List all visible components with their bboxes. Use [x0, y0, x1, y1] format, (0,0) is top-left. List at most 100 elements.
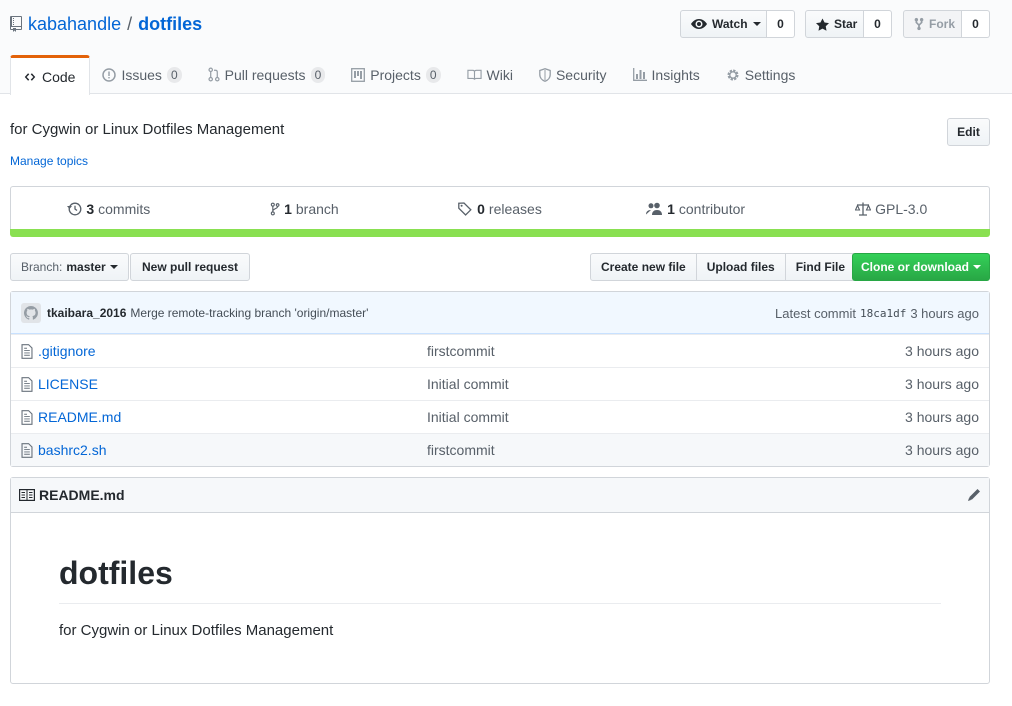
gear-icon: [726, 68, 740, 82]
repo-icon: [10, 16, 22, 32]
table-row: .gitignore firstcommit 3 hours ago: [11, 334, 989, 367]
repo-summary: 3 commits 1 branch 0 releases 1 contribu…: [10, 186, 990, 230]
book-icon: [466, 69, 482, 81]
tab-label: Projects: [370, 66, 421, 83]
tab-code[interactable]: Code: [10, 55, 91, 95]
latest-commit-bar: tkaibara_2016 Merge remote-tracking bran…: [11, 292, 989, 334]
find-file-button[interactable]: Find File: [784, 253, 857, 281]
branches-link[interactable]: 1 branch: [207, 187, 403, 230]
commits-link[interactable]: 3 commits: [11, 187, 207, 230]
license-link[interactable]: GPL-3.0: [793, 187, 989, 230]
file-age: 3 hours ago: [905, 376, 979, 392]
tab-label: Settings: [744, 66, 796, 83]
fork-count[interactable]: 0: [962, 10, 990, 38]
fork-button[interactable]: Fork: [903, 10, 962, 38]
pencil-icon[interactable]: [967, 488, 981, 502]
clone-or-download-button[interactable]: Clone or download: [852, 253, 990, 281]
releases-label: releases: [488, 200, 542, 217]
language-bar[interactable]: [10, 229, 990, 237]
readme-filename: README.md: [39, 487, 125, 503]
repo-owner-link[interactable]: kabahandle: [28, 14, 121, 35]
file-commit-message[interactable]: firstcommit: [427, 442, 495, 458]
watch-count[interactable]: 0: [767, 10, 795, 38]
eye-icon: [691, 17, 707, 31]
repo-nav-tabs: Code Issues 0 Pull requests 0 Projects 0…: [10, 55, 810, 95]
repo-separator: /: [127, 13, 133, 34]
manage-topics-link[interactable]: Manage topics: [10, 154, 88, 168]
fork-icon: [914, 17, 924, 31]
repo-description: for Cygwin or Linux Dotfiles Management: [10, 121, 285, 138]
star-button[interactable]: Star: [805, 10, 864, 38]
watch-button[interactable]: Watch: [680, 10, 767, 38]
new-pull-request-button[interactable]: New pull request: [130, 253, 251, 281]
license-label: GPL-3.0: [875, 200, 928, 217]
star-group: Star 0: [805, 10, 892, 38]
file-commit-message[interactable]: Initial commit: [427, 409, 509, 425]
tab-label: Wiki: [486, 66, 513, 83]
branch-prefix: Branch:: [21, 260, 63, 274]
caret-down-icon: [752, 21, 761, 27]
edit-description-button[interactable]: Edit: [947, 118, 990, 146]
tab-wiki[interactable]: Wiki: [455, 55, 527, 94]
tab-insights[interactable]: Insights: [621, 55, 714, 94]
branch-label: branch: [295, 200, 339, 217]
tab-security[interactable]: Security: [527, 55, 621, 94]
issue-icon: [102, 67, 117, 82]
file-icon: [21, 443, 33, 458]
fork-label: Fork: [929, 17, 956, 31]
tab-label: Pull requests: [224, 66, 306, 83]
file-name-link[interactable]: LICENSE: [38, 376, 98, 392]
watch-label: Watch: [712, 17, 748, 31]
law-icon: [855, 202, 872, 216]
file-name-link[interactable]: bashrc2.sh: [38, 442, 106, 458]
tab-label: Insights: [651, 66, 700, 83]
branch-name: master: [66, 260, 106, 274]
people-icon: [646, 202, 663, 215]
file-icon: [21, 410, 33, 425]
commit-author[interactable]: tkaibara_2016: [47, 306, 126, 320]
readme-paragraph: for Cygwin or Linux Dotfiles Management: [59, 622, 334, 639]
star-label: Star: [834, 17, 858, 31]
file-name-link[interactable]: README.md: [38, 409, 121, 425]
contributors-link[interactable]: 1 contributor: [598, 187, 794, 230]
file-list: tkaibara_2016 Merge remote-tracking bran…: [10, 291, 990, 467]
file-age: 3 hours ago: [905, 343, 979, 359]
tab-pull-requests[interactable]: Pull requests 0: [196, 55, 340, 94]
star-count[interactable]: 0: [864, 10, 892, 38]
branch-icon: [270, 202, 280, 216]
upload-files-button[interactable]: Upload files: [695, 253, 786, 281]
latest-commit-prefix: Latest commit: [775, 305, 856, 321]
commits-count: 3: [86, 200, 95, 217]
create-new-file-button[interactable]: Create new file: [590, 253, 697, 281]
commit-message[interactable]: Merge remote-tracking branch 'origin/mas…: [130, 306, 368, 320]
book-icon: [19, 489, 35, 501]
tag-icon: [458, 201, 473, 216]
file-name-link[interactable]: .gitignore: [38, 343, 96, 359]
file-actions-group: Create new file Upload files Find File: [590, 253, 857, 281]
tab-settings[interactable]: Settings: [714, 55, 810, 94]
caret-down-icon: [973, 264, 981, 270]
avatar[interactable]: [21, 302, 41, 323]
tab-issues[interactable]: Issues 0: [90, 55, 195, 94]
table-row: bashrc2.sh firstcommit 3 hours ago: [11, 433, 989, 466]
graph-icon: [632, 68, 647, 81]
code-icon: [23, 71, 37, 83]
repo-title: kabahandle / dotfiles: [10, 12, 202, 36]
releases-link[interactable]: 0 releases: [402, 187, 598, 230]
branch-select-button[interactable]: Branch: master: [10, 253, 129, 281]
commit-age: 3 hours ago: [910, 305, 979, 321]
branch-count: 1: [284, 200, 292, 217]
file-commit-message[interactable]: firstcommit: [427, 343, 495, 359]
github-avatar-icon: [24, 305, 38, 320]
releases-count: 0: [477, 200, 485, 217]
tab-label: Security: [555, 66, 607, 83]
commit-sha[interactable]: 18ca1df: [860, 307, 906, 320]
file-age: 3 hours ago: [905, 409, 979, 425]
project-icon: [351, 67, 366, 82]
tab-projects[interactable]: Projects 0: [339, 55, 454, 94]
pull-requests-counter: 0: [310, 66, 326, 83]
file-commit-message[interactable]: Initial commit: [427, 376, 509, 392]
readme-heading: dotfiles: [59, 553, 941, 604]
star-icon: [816, 17, 829, 31]
repo-name-link[interactable]: dotfiles: [138, 14, 202, 35]
